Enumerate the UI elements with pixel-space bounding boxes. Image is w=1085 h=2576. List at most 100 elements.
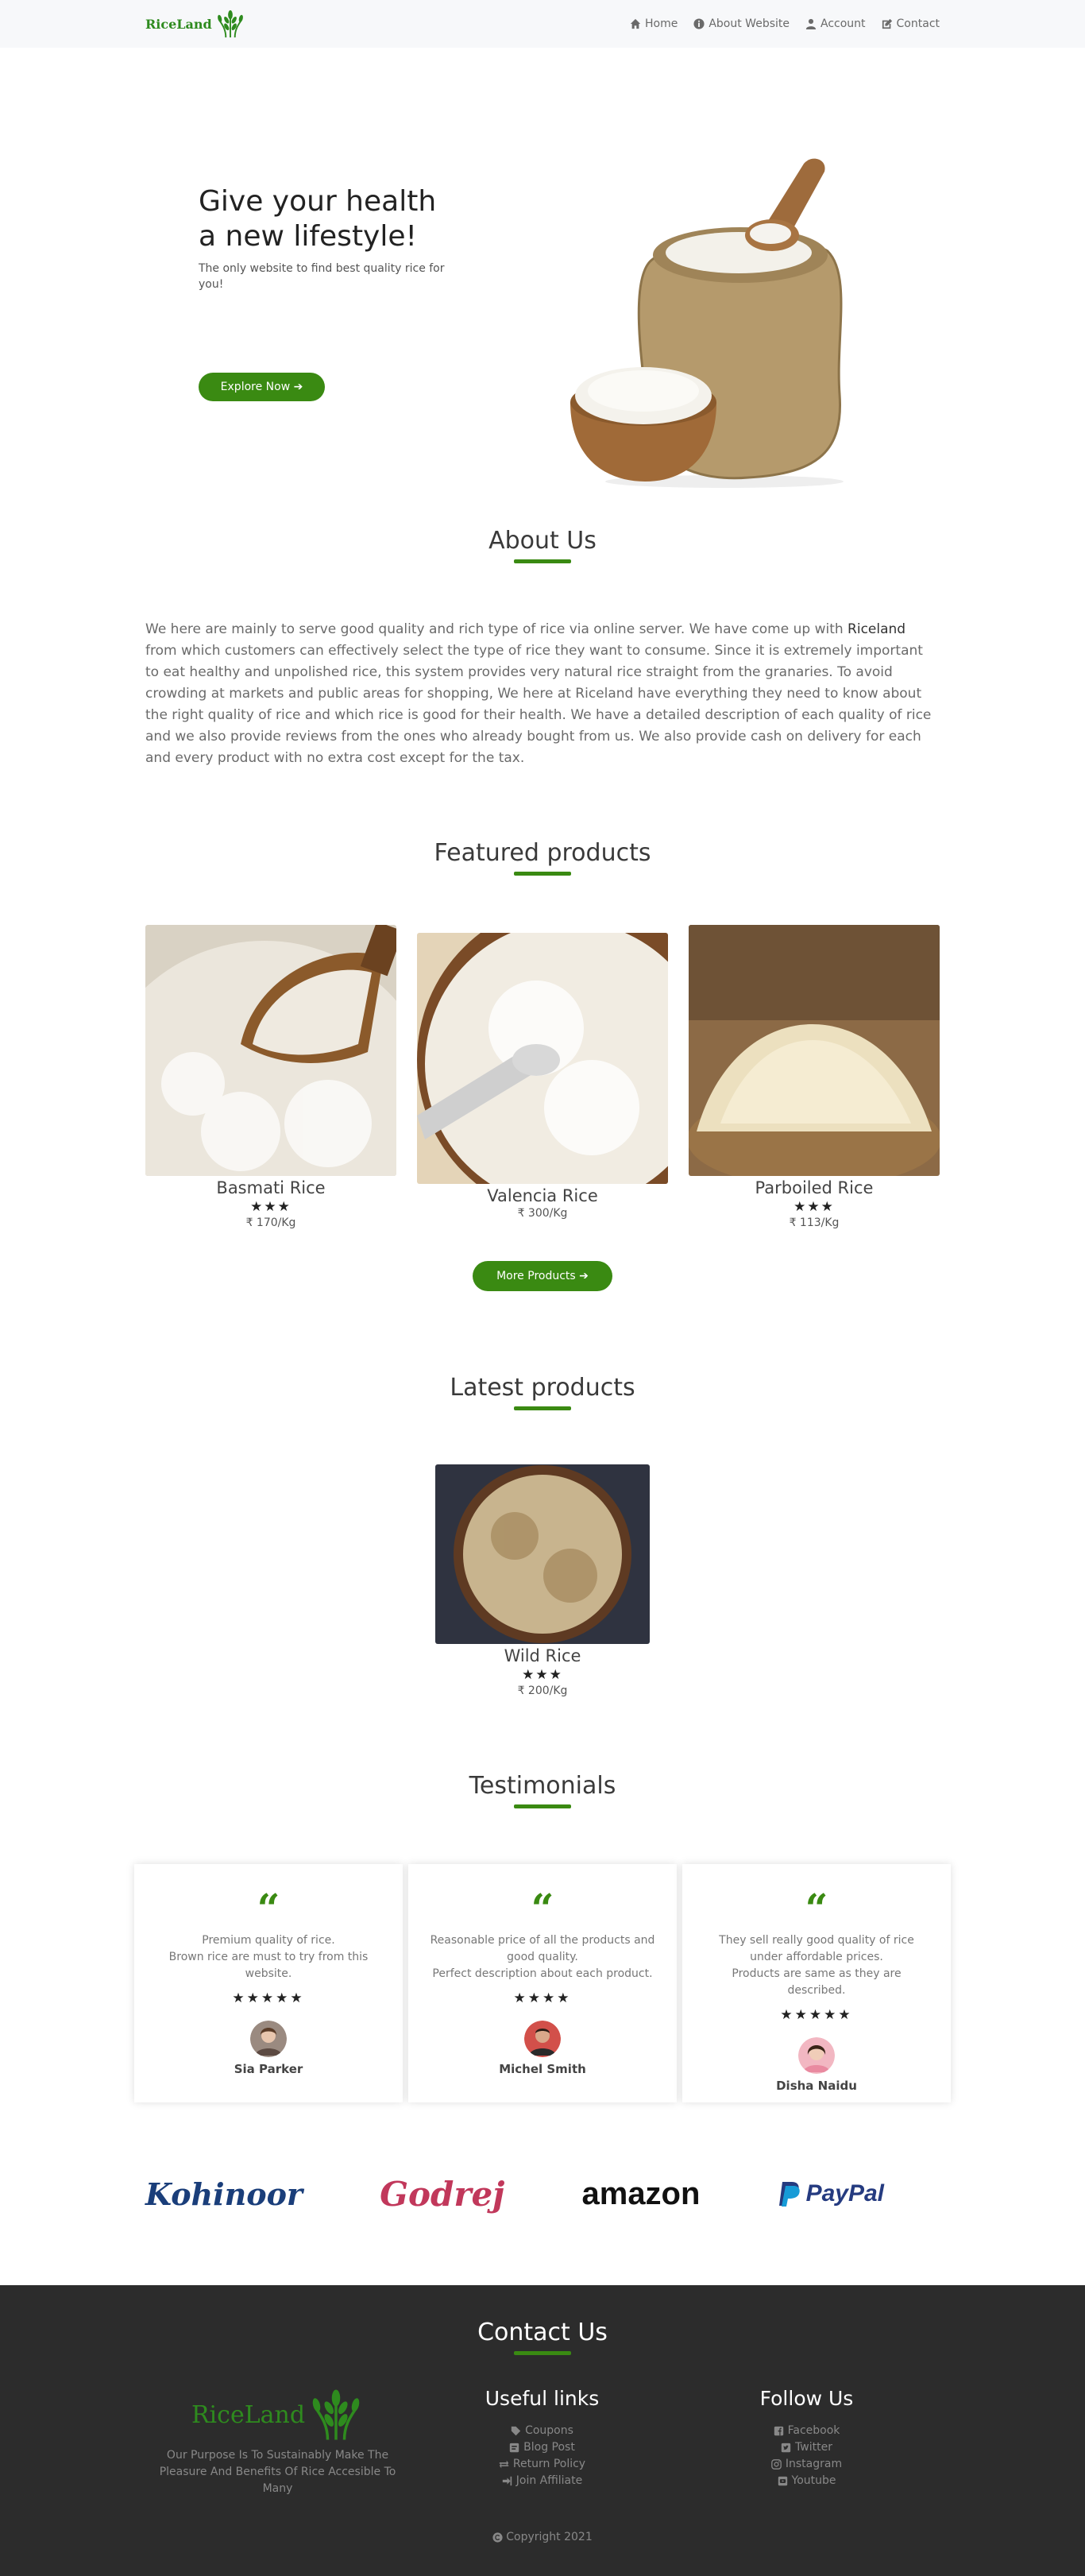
about-title-underline	[514, 559, 571, 563]
twitter-label: Twitter	[795, 2441, 832, 2454]
join-affiliate-link[interactable]: Join Affiliate	[410, 2473, 674, 2489]
nav-home-link[interactable]: Home	[630, 17, 678, 30]
nav-account-label: Account	[821, 17, 866, 30]
return-policy-label: Return Policy	[512, 2458, 586, 2470]
follow-us-column: Follow Us Facebook Twitter Instagram You…	[674, 2387, 939, 2497]
contact-title-underline	[514, 2351, 571, 2355]
contact-title: Contact Us	[477, 2319, 608, 2346]
product-card-wild-rice[interactable]: Wild Rice ★★★ ₹ 200/Kg	[435, 1464, 650, 1697]
testimonial-name: Disha Naidu	[776, 2079, 857, 2093]
nav-about-label: About Website	[709, 17, 790, 30]
latest-section: Latest products Wild Rice ★★★ ₹ 200/Kg	[145, 1291, 940, 1697]
about-brand: Riceland	[848, 621, 906, 637]
footer-brand-column: RiceLand Our Purpose Is To Sustainably M…	[145, 2387, 410, 2497]
paypal-logo-wrap: PayPal	[778, 2180, 884, 2207]
explore-now-button[interactable]: Explore Now ➔	[199, 373, 325, 401]
return-policy-link[interactable]: Return Policy	[410, 2456, 674, 2473]
featured-title-underline	[514, 872, 571, 876]
testimonial-rating-stars: ★★★★	[513, 1990, 572, 2006]
nav-links: Home About Website Account Contact	[630, 17, 940, 30]
footer-tagline: Our Purpose Is To Sustainably Make The P…	[159, 2449, 396, 2495]
testimonials-section: Testimonials “ Premium quality of rice. …	[134, 1697, 951, 2238]
about-text-before: We here are mainly to serve good quality…	[145, 621, 848, 637]
hero-title: Give your health a new lifestyle!	[199, 184, 469, 254]
about-paragraph: We here are mainly to serve good quality…	[145, 619, 940, 769]
hero-title-line2: a new lifestyle!	[199, 220, 417, 253]
quote-icon: “	[257, 1893, 280, 1921]
quote-icon: “	[531, 1893, 554, 1921]
about-text-after: from which customers can effectively sel…	[145, 643, 932, 766]
follow-us-title: Follow Us	[759, 2387, 854, 2410]
product-name: Wild Rice	[504, 1646, 581, 1665]
nav-contact-label: Contact	[896, 17, 940, 30]
testimonial-list: “ Premium quality of rice. Brown rice ar…	[134, 1864, 951, 2102]
product-price: ₹ 300/Kg	[517, 1207, 568, 1220]
product-card-valencia[interactable]: Valencia Rice ₹ 300/Kg	[417, 933, 668, 1220]
about-section: About Us We here are mainly to serve goo…	[145, 481, 940, 769]
product-name: Basmati Rice	[216, 1178, 326, 1197]
product-rating-stars: ★★★	[793, 1199, 835, 1215]
hero-rice-sack-image	[570, 158, 844, 488]
instagram-icon	[771, 2459, 782, 2470]
product-name: Parboiled Rice	[755, 1178, 874, 1197]
useful-links-column: Useful links Coupons Blog Post Return Po…	[410, 2387, 674, 2497]
facebook-link[interactable]: Facebook	[674, 2423, 939, 2439]
youtube-label: Youtube	[791, 2474, 836, 2487]
testimonial-rating-stars: ★★★★★	[780, 2007, 853, 2023]
paypal-icon	[778, 2182, 800, 2207]
instagram-link[interactable]: Instagram	[674, 2456, 939, 2473]
home-icon	[630, 18, 641, 29]
useful-links-title: Useful links	[485, 2387, 600, 2410]
footer-columns: RiceLand Our Purpose Is To Sustainably M…	[145, 2387, 940, 2497]
hero-text: Give your health a new lifestyle! The on…	[199, 184, 469, 292]
join-affiliate-label: Join Affiliate	[515, 2474, 583, 2487]
nav-about-link[interactable]: About Website	[693, 17, 790, 30]
testimonial-card: “ Reasonable price of all the products a…	[408, 1864, 677, 2102]
paypal-logo: PayPal	[805, 2180, 884, 2207]
copyright: Copyright 2021	[0, 2531, 1085, 2543]
testimonial-name: Michel Smith	[499, 2062, 586, 2076]
brand-logo[interactable]: RiceLand	[145, 9, 245, 39]
product-card-parboiled[interactable]: Parboiled Rice ★★★ ₹ 113/Kg	[689, 925, 940, 1229]
footer-brand-logo[interactable]: RiceLand	[145, 2387, 410, 2443]
nav-contact-link[interactable]: Contact	[882, 17, 940, 30]
facebook-icon	[774, 2426, 783, 2436]
latest-title-underline	[514, 1406, 571, 1410]
hero-subtitle: The only website to find best quality ri…	[199, 262, 445, 291]
testimonials-title: Testimonials	[469, 1772, 616, 1800]
wheat-icon	[217, 10, 243, 38]
more-products-button[interactable]: More Products ➔	[473, 1261, 612, 1291]
copyright-icon	[492, 2532, 503, 2543]
youtube-link[interactable]: Youtube	[674, 2473, 939, 2489]
brand-name: RiceLand	[145, 16, 212, 32]
valencia-rice-image	[417, 933, 668, 1184]
partner-brands: Kohinoor Godrej amazon PayPal	[145, 2150, 884, 2238]
twitter-link[interactable]: Twitter	[674, 2439, 939, 2456]
product-card-basmati[interactable]: Basmati Rice ★★★ ₹ 170/Kg	[145, 925, 396, 1229]
testimonial-rating-stars: ★★★★★	[232, 1990, 305, 2006]
featured-title: Featured products	[434, 839, 651, 867]
sign-in-icon	[502, 2476, 512, 2486]
quote-icon: “	[805, 1893, 828, 1921]
user-icon	[805, 18, 817, 29]
blog-post-link[interactable]: Blog Post	[410, 2439, 674, 2456]
instagram-label: Instagram	[785, 2458, 843, 2470]
testimonial-card: “ Premium quality of rice. Brown rice ar…	[134, 1864, 403, 2102]
copyright-text: Copyright 2021	[506, 2531, 593, 2543]
nav-home-label: Home	[645, 17, 678, 30]
wheat-icon	[312, 2389, 360, 2440]
more-products-wrap: More Products ➔	[145, 1261, 940, 1291]
about-title: About Us	[488, 527, 597, 555]
coupons-link[interactable]: Coupons	[410, 2423, 674, 2439]
testimonials-title-underline	[514, 1804, 571, 1808]
nav-account-link[interactable]: Account	[805, 17, 866, 30]
footer-brand-name: RiceLand	[191, 2400, 306, 2429]
avatar	[798, 2037, 835, 2074]
parboiled-rice-image	[689, 925, 940, 1176]
testimonial-text: Premium quality of rice. Brown rice are …	[168, 1934, 369, 1980]
godrej-logo: Godrej	[380, 2174, 505, 2214]
testimonial-name: Sia Parker	[234, 2062, 303, 2076]
blog-icon	[509, 2443, 519, 2453]
blog-post-label: Blog Post	[523, 2441, 575, 2454]
twitter-icon	[781, 2443, 791, 2453]
